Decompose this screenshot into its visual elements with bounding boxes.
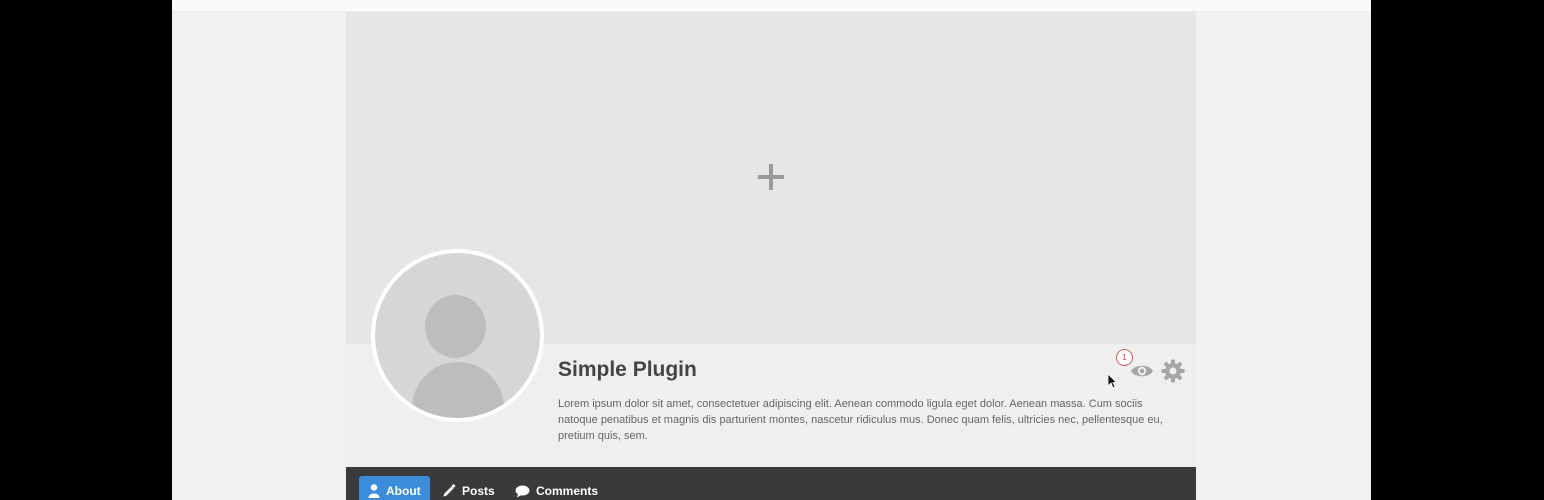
profile-tab-bar: About Posts Comments (346, 467, 1196, 500)
tab-comments[interactable]: Comments (506, 476, 607, 500)
eye-icon[interactable] (1130, 363, 1154, 379)
tab-comments-label: Comments (536, 484, 599, 498)
profile-bio: Lorem ipsum dolor sit amet, consectetuer… (558, 398, 1163, 442)
profile-actions: 1 (1116, 347, 1196, 387)
pencil-icon (443, 484, 456, 497)
add-cover-plus-icon[interactable] (758, 164, 784, 190)
user-icon (368, 484, 380, 498)
profile-card: Simple Plugin Lorem ipsum dolor sit amet… (346, 12, 1196, 500)
tab-posts[interactable]: Posts (433, 476, 504, 500)
page-viewport: Simple Plugin Lorem ipsum dolor sit amet… (172, 0, 1371, 500)
avatar-head-shape (425, 295, 486, 358)
avatar[interactable] (371, 249, 544, 422)
tab-about[interactable]: About (359, 476, 430, 500)
mouse-cursor-icon (1107, 373, 1117, 389)
tab-posts-label: Posts (462, 484, 495, 498)
comment-icon (515, 485, 530, 497)
avatar-body-shape (412, 362, 504, 418)
profile-name: Simple Plugin (558, 358, 697, 381)
gear-icon[interactable] (1161, 359, 1185, 383)
tab-about-label: About (386, 484, 421, 498)
top-strip (172, 0, 1371, 12)
